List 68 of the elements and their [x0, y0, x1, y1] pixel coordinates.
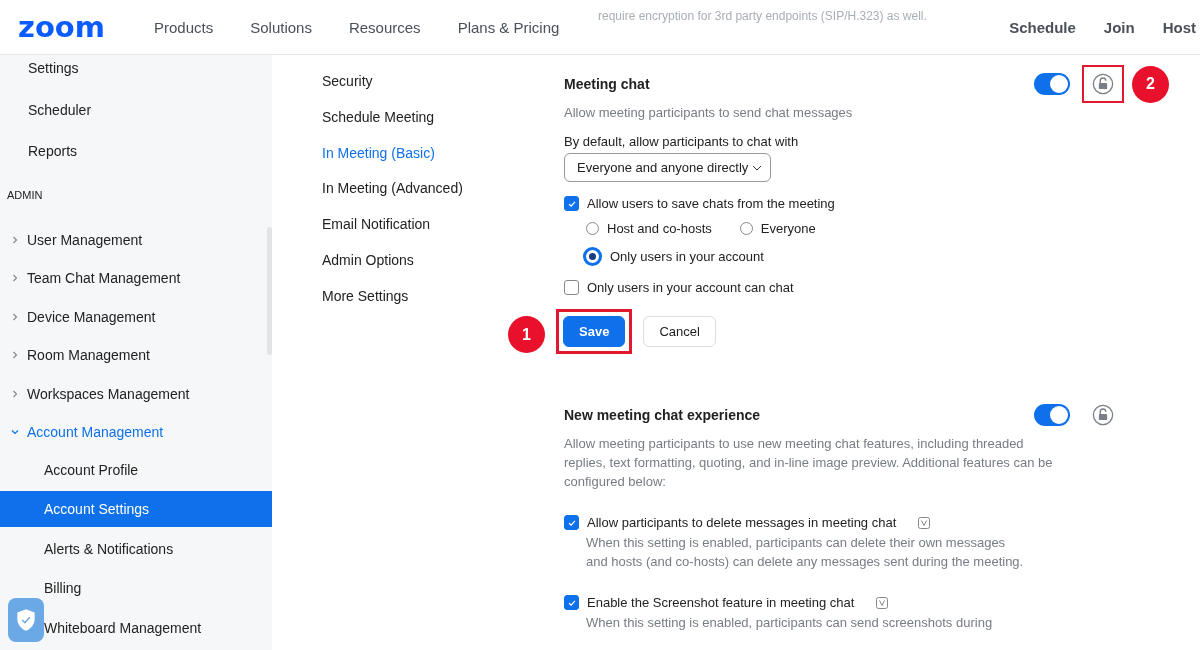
toggle-switch[interactable]	[1034, 404, 1070, 426]
option-description: When this setting is enabled, participants can send screenshots during	[586, 614, 994, 632]
radio-label: Only users in your account	[610, 249, 764, 264]
caret-icon	[752, 164, 763, 171]
step-badge: 2	[1132, 65, 1169, 103]
chevron-right-icon	[11, 235, 19, 244]
padlock-icon[interactable]	[1092, 73, 1114, 95]
dropdown-label: By default, allow participants to chat with	[564, 134, 800, 149]
sidebar-item[interactable]: Account Settings	[0, 491, 272, 527]
save-button[interactable]: Save	[563, 316, 626, 347]
checkbox-label: Enable the Screenshot feature in meeting chat	[587, 595, 855, 610]
checkbox-label: Allow users to save chats from the meeting	[587, 196, 835, 211]
settings-tab[interactable]: Email Notification	[322, 216, 564, 233]
nav-link[interactable]: Solutions	[250, 18, 312, 36]
sidebar-group[interactable]: Account Management	[0, 421, 164, 443]
sidebar-item[interactable]: Alerts & Notifications	[0, 530, 272, 567]
header-link[interactable]: Schedule	[1009, 18, 1076, 36]
checkbox[interactable]	[564, 515, 579, 530]
checkbox-label: Only users in your account can chat	[587, 280, 794, 295]
nav-link[interactable]: Products	[154, 18, 214, 36]
sidebar-item[interactable]: Billing	[0, 570, 272, 606]
cancel-button[interactable]: Cancel	[643, 316, 716, 347]
chevron-right-icon	[11, 312, 19, 321]
radio-button[interactable]	[583, 247, 602, 266]
sidebar-item[interactable]: Account Profile	[0, 451, 272, 488]
settings-tab[interactable]: In Meeting (Basic)	[322, 144, 564, 161]
scrollbar[interactable]	[267, 227, 272, 355]
chevron-right-icon	[11, 389, 19, 398]
padlock-icon[interactable]	[1092, 404, 1114, 426]
sidebar-item[interactable]: Settings	[0, 57, 272, 79]
nav-link[interactable]: Plans & Pricing	[457, 18, 560, 36]
sidebar-item[interactable]: Scheduler	[0, 98, 272, 121]
sidebar-item[interactable]: Whiteboard Management	[0, 609, 272, 646]
checkbox[interactable]	[564, 196, 579, 211]
checkbox-label: Allow participants to delete messages in meeting chat	[587, 515, 897, 530]
shield-check-icon[interactable]	[8, 598, 44, 642]
chevron-down-icon	[11, 428, 19, 436]
chevron-right-icon	[11, 351, 19, 359]
settings-tab[interactable]: Security	[322, 73, 564, 89]
setting-description: Allow meeting participants to use new meeting chat features, including threaded replies, text formatting, quoting, and in-line image preview. Additional features can be configured below:	[564, 435, 1054, 491]
sidebar-group[interactable]: Team Chat Management	[0, 267, 181, 289]
chevron-right-icon	[11, 274, 19, 282]
radio-label: Host and co-hosts	[607, 221, 712, 236]
step-badge: 1	[508, 316, 545, 353]
checkbox[interactable]	[564, 595, 579, 610]
toggle-switch[interactable]	[1034, 73, 1070, 95]
settings-tab[interactable]: In Meeting (Advanced)	[322, 180, 564, 197]
settings-tab[interactable]: More Settings	[322, 287, 564, 304]
chat-permission-dropdown[interactable]: Everyone and anyone directly	[564, 153, 772, 182]
sidebar-group[interactable]: Workspaces Management	[0, 382, 190, 405]
setting-title: Meeting chat	[564, 76, 650, 92]
header-link[interactable]: Join	[1103, 18, 1135, 36]
zoom-logo[interactable]: zoom	[18, 10, 136, 44]
faded-background-text: require encryption for 3rd party endpoints (SIP/H.323) as well.	[598, 9, 927, 23]
nav-link[interactable]: Resources	[348, 18, 421, 36]
sidebar-item[interactable]: Reports	[0, 140, 272, 162]
settings-tab[interactable]: Schedule Meeting	[322, 108, 564, 125]
section-heading: ADMIN	[6, 187, 44, 203]
setting-title: New meeting chat experience	[564, 407, 761, 423]
checkbox[interactable]	[564, 280, 579, 295]
option-description: When this setting is enabled, participants can delete their own messages and hosts (and co-hosts) can delete any messages sent during the meeting.	[586, 534, 1025, 571]
sidebar-group[interactable]: Room Management	[0, 344, 150, 366]
sidebar-group[interactable]: Device Management	[0, 305, 156, 328]
radio-label: Everyone	[760, 221, 816, 236]
header-link[interactable]: Host	[1162, 18, 1196, 36]
settings-tab[interactable]: Admin Options	[322, 252, 564, 268]
setting-description: Allow meeting participants to send chat messages	[564, 104, 854, 122]
sidebar-group[interactable]: User Management	[0, 228, 143, 251]
